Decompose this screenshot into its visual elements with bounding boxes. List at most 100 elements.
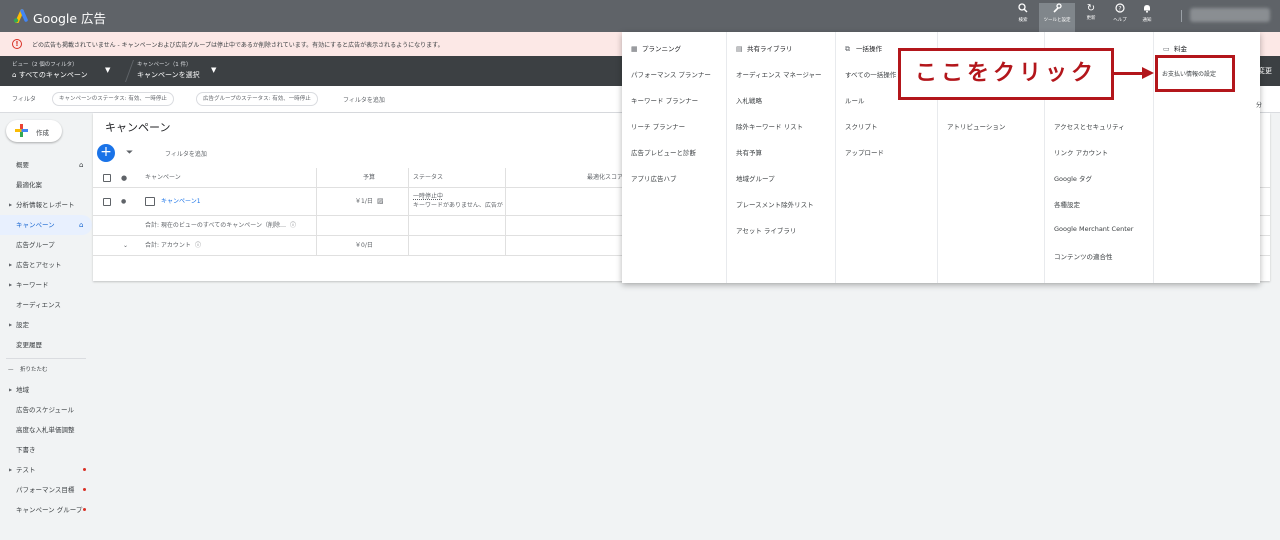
- caret-down-icon[interactable]: ▼: [105, 66, 110, 74]
- sidebar-item-recommendations[interactable]: 最適化案: [0, 175, 92, 195]
- annotation-callout: ここをクリック: [898, 48, 1114, 100]
- menu-item-negative-keyword-lists[interactable]: 除外キーワード リスト: [736, 121, 803, 131]
- collapse-toggle[interactable]: — 折りたたむ: [0, 360, 92, 380]
- menu-item-bid-strategies[interactable]: 入札戦略: [736, 95, 762, 105]
- status-dot: [83, 468, 86, 471]
- menu-item-placement-exclusions[interactable]: プレースメント除外リスト: [736, 199, 814, 209]
- collapse-icon: —: [8, 367, 14, 373]
- column-header-status[interactable]: ステータス: [413, 174, 443, 182]
- add-filter-link[interactable]: フィルタを追加: [165, 149, 207, 158]
- notifications-button[interactable]: 通知: [1134, 3, 1160, 29]
- menu-item-shared-budgets[interactable]: 共有予算: [736, 147, 762, 157]
- menu-item-google-tag[interactable]: Google タグ: [1054, 173, 1092, 183]
- copy-icon: ⧉: [845, 45, 850, 53]
- budget-value[interactable]: ￥1/日: [355, 198, 373, 206]
- menu-item-app-ad-hub[interactable]: アプリ広告ハブ: [631, 173, 677, 183]
- filter-chip-adgroup-status[interactable]: 広告グループのステータス: 有効、一時停止: [196, 92, 318, 106]
- menu-column-planning: ▦ プランニング パフォーマンス プランナー キーワード プランナー リーチ プラ…: [622, 32, 727, 283]
- menu-item-ad-preview[interactable]: 広告プレビューと診断: [631, 147, 696, 157]
- sidebar-item-settings[interactable]: ▶ 設定: [0, 315, 92, 335]
- add-campaign-button[interactable]: +: [97, 144, 115, 162]
- menu-item-keyword-planner[interactable]: キーワード プランナー: [631, 95, 698, 105]
- campaign-name-link[interactable]: キャンペーン1: [161, 198, 201, 206]
- tools-settings-button[interactable]: ツールと設定: [1039, 3, 1075, 32]
- total-view-label: 合計: 現在のビューのすべてのキャンペーン（削除…: [145, 222, 286, 229]
- sidebar-item-ad-schedule[interactable]: 広告のスケジュール: [0, 400, 92, 420]
- menu-item-asset-library[interactable]: アセット ライブラリ: [736, 225, 796, 235]
- refresh-button[interactable]: ↻ 更新: [1078, 3, 1104, 29]
- view-filter-selector[interactable]: ビュー（2 個のフィルタ） ⌂ すべてのキャンペーン: [12, 60, 88, 80]
- column-header-opt-score[interactable]: 最適化スコア: [587, 174, 623, 182]
- sidebar-item-experiments[interactable]: ▶ テスト: [0, 460, 92, 480]
- column-divider: [408, 168, 409, 256]
- sidebar-item-campaign-groups[interactable]: キャンペーン グループ: [0, 500, 92, 520]
- search-button[interactable]: 検索: [1010, 3, 1036, 29]
- account-budget-value: ￥0/日: [355, 242, 373, 249]
- status-dot: [83, 488, 86, 491]
- help-button[interactable]: ? ヘルプ: [1107, 3, 1133, 29]
- menu-item-preferences[interactable]: 各種設定: [1054, 199, 1080, 209]
- menu-item-reach-planner[interactable]: リーチ プランナー: [631, 121, 685, 131]
- menu-item-attribution[interactable]: アトリビューション: [947, 121, 1005, 131]
- change-label[interactable]: 変更: [1258, 66, 1272, 76]
- filter-icon[interactable]: ⏷: [126, 148, 133, 158]
- menu-item-performance-planner[interactable]: パフォーマンス プランナー: [631, 69, 711, 79]
- create-button[interactable]: 作成: [6, 120, 62, 142]
- sidebar-item-insights-reports[interactable]: ▶ 分析情報とレポート: [0, 195, 92, 215]
- help-icon[interactable]: ⓘ: [195, 242, 201, 250]
- paused-status-icon: ●: [121, 198, 127, 205]
- menu-item-content-suitability[interactable]: コンテンツの適合性: [1054, 251, 1113, 261]
- campaign-selector[interactable]: キャンペーン（1 件） キャンペーンを選択: [137, 60, 200, 80]
- search-icon: [1010, 3, 1036, 17]
- menu-heading-bulk-actions: ⧉ 一括操作: [845, 45, 882, 53]
- menu-heading-billing: ▭ 料金: [1163, 45, 1187, 53]
- menu-item-scripts[interactable]: スクリプト: [845, 121, 878, 131]
- select-all-checkbox[interactable]: [103, 174, 111, 182]
- menu-item-merchant-center[interactable]: Google Merchant Center: [1054, 225, 1133, 233]
- chevron-divider: [113, 60, 135, 82]
- menu-item-location-groups[interactable]: 地域グループ: [736, 173, 775, 183]
- sidebar-item-audiences[interactable]: オーディエンス: [0, 295, 92, 315]
- caret-down-icon[interactable]: ▼: [211, 66, 216, 74]
- expand-arrow-icon: ▶: [9, 322, 13, 327]
- sidebar-item-campaigns[interactable]: キャンペーン ⌂: [0, 215, 92, 235]
- top-app-bar: Google 広告 検索 ツールと設定 ↻ 更新 ? ヘルプ 通知: [0, 0, 1280, 32]
- menu-heading-shared-library: ▤ 共有ライブラリ: [736, 45, 793, 53]
- sidebar-item-overview[interactable]: 概要 ⌂: [0, 155, 92, 175]
- status-dot-header: ●: [121, 174, 128, 182]
- row-checkbox[interactable]: [103, 198, 111, 206]
- sidebar-item-performance-goals[interactable]: パフォーマンス目標: [0, 480, 92, 500]
- segment-label[interactable]: 分: [1256, 100, 1262, 109]
- status-value[interactable]: 一時停止中: [413, 193, 443, 201]
- menu-item-all-bulk-actions[interactable]: すべての一括操作: [845, 69, 896, 79]
- divider: [1181, 10, 1182, 22]
- filter-label: フィルタ: [12, 96, 36, 103]
- chevron-down-icon[interactable]: ⌄: [123, 242, 128, 250]
- column-header-campaign[interactable]: キャンペーン: [145, 174, 181, 182]
- sidebar-item-change-history[interactable]: 変更履歴: [0, 335, 92, 355]
- status-dot: [83, 508, 86, 511]
- menu-item-linked-accounts[interactable]: リンク アカウント: [1054, 147, 1108, 157]
- menu-heading-planning: ▦ プランニング: [631, 45, 681, 53]
- menu-item-rules[interactable]: ルール: [845, 95, 865, 105]
- sidebar-item-ads-assets[interactable]: ▶ 広告とアセット: [0, 255, 92, 275]
- filter-chip-campaign-status[interactable]: キャンペーンのステータス: 有効、一時停止: [52, 92, 174, 106]
- sidebar-item-ad-groups[interactable]: 広告グループ: [0, 235, 92, 255]
- add-filter-link[interactable]: フィルタを追加: [343, 95, 385, 104]
- column-header-budget[interactable]: 予算: [363, 174, 375, 182]
- menu-item-access-security[interactable]: アクセスとセキュリティ: [1054, 121, 1125, 131]
- chart-icon[interactable]: ▨: [377, 197, 384, 205]
- account-info[interactable]: [1190, 8, 1270, 22]
- home-icon: ⌂: [79, 221, 84, 229]
- column-divider: [316, 168, 317, 256]
- help-icon[interactable]: ⓘ: [290, 222, 296, 230]
- menu-item-uploads[interactable]: アップロード: [845, 147, 884, 157]
- sidebar-item-keywords[interactable]: ▶ キーワード: [0, 275, 92, 295]
- menu-item-audience-manager[interactable]: オーディエンス マネージャー: [736, 69, 822, 79]
- sidebar-item-bid-adjustments[interactable]: 高度な入札単価調整: [0, 420, 92, 440]
- sidebar-item-locations[interactable]: ▶ 地域: [0, 380, 92, 400]
- google-ads-logo-icon[interactable]: [12, 9, 28, 23]
- help-icon: ?: [1107, 3, 1133, 17]
- bell-icon: [1134, 3, 1160, 17]
- sidebar-item-drafts[interactable]: 下書き: [0, 440, 92, 460]
